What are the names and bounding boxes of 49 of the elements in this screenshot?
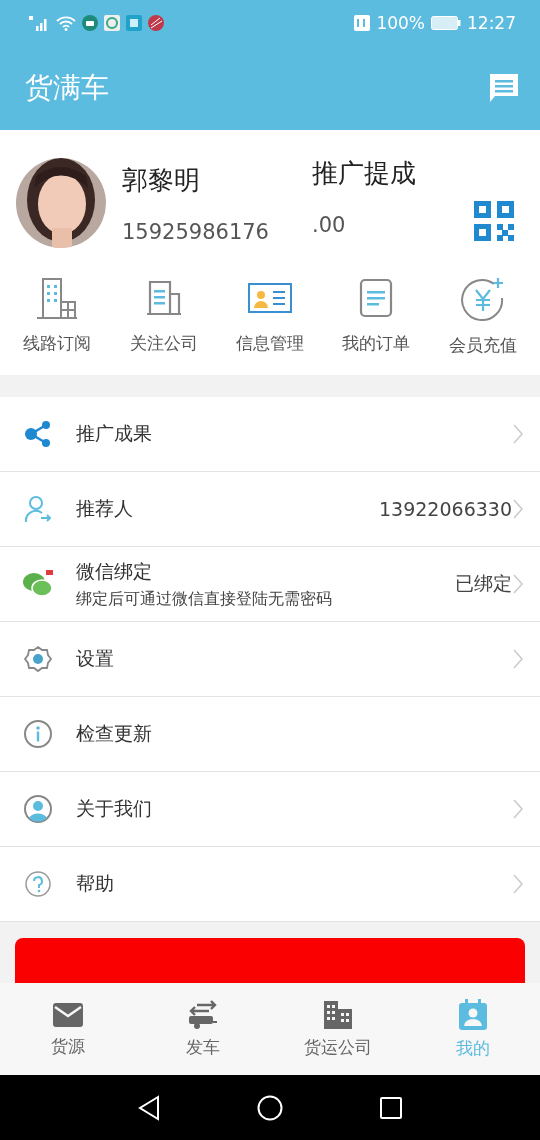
clock-time: 12:27 [467,13,516,33]
menu-label: 检查更新 [76,721,153,746]
menu-subtitle: 绑定后可通过微信直接登陆无需密码 [76,588,333,610]
battery-icon [431,16,461,30]
help-icon [22,869,54,899]
settings-icon [22,644,54,674]
chat-bubbles-icon [22,569,54,599]
tab[interactable]: 发车 [147,999,258,1059]
menu-label: 推广成果 [76,421,153,446]
phone-number: 15925986176 [122,219,270,244]
app-icon [148,15,164,31]
tab[interactable]: 货源 [12,1000,123,1058]
shortcut-button[interactable]: 信息管理 [235,276,304,357]
building-icon [321,999,354,1030]
hd-icon [354,15,371,31]
wifi-icon [56,15,76,31]
commission-value: .00 [312,212,347,237]
back-icon[interactable] [137,1094,161,1121]
signal-icon [28,15,50,31]
qr-code-icon[interactable] [474,201,514,241]
recents-icon[interactable] [379,1095,403,1120]
building-icon [35,276,80,320]
app-icon [82,15,98,31]
menu-label: 设置 [76,646,115,671]
app-icon [104,15,120,31]
menu-label: 微信绑定 [76,558,153,584]
yuan-coin-icon [459,276,506,322]
info-icon [22,719,54,749]
home-icon[interactable] [257,1094,283,1121]
menu-label: 帮助 [76,871,115,896]
commission-label: 推广提成 [312,156,417,190]
shortcut-button[interactable]: 关注公司 [129,276,198,357]
shortcut-button[interactable]: 线路订阅 [23,276,92,357]
menu-label: 推荐人 [76,496,134,521]
app-title: 货满车 [25,70,109,106]
menu-value: 已绑定 [455,571,512,596]
trailer-arrows-icon [186,999,219,1030]
contact-card-icon [457,998,488,1031]
tab[interactable]: 货运公司 [282,999,393,1059]
battery-percent: 100% [376,13,425,33]
user-icon [22,794,54,824]
shortcut-button[interactable]: 会员充值 [448,276,517,357]
menu-value: 13922066330 [379,498,512,520]
envelope-icon [51,1000,84,1029]
app-icon [126,15,142,31]
menu-label: 关于我们 [76,796,153,821]
user-name: 郭黎明 [122,163,201,197]
person-arrow-icon [22,494,54,524]
shortcut-button[interactable]: 我的订单 [342,276,411,357]
